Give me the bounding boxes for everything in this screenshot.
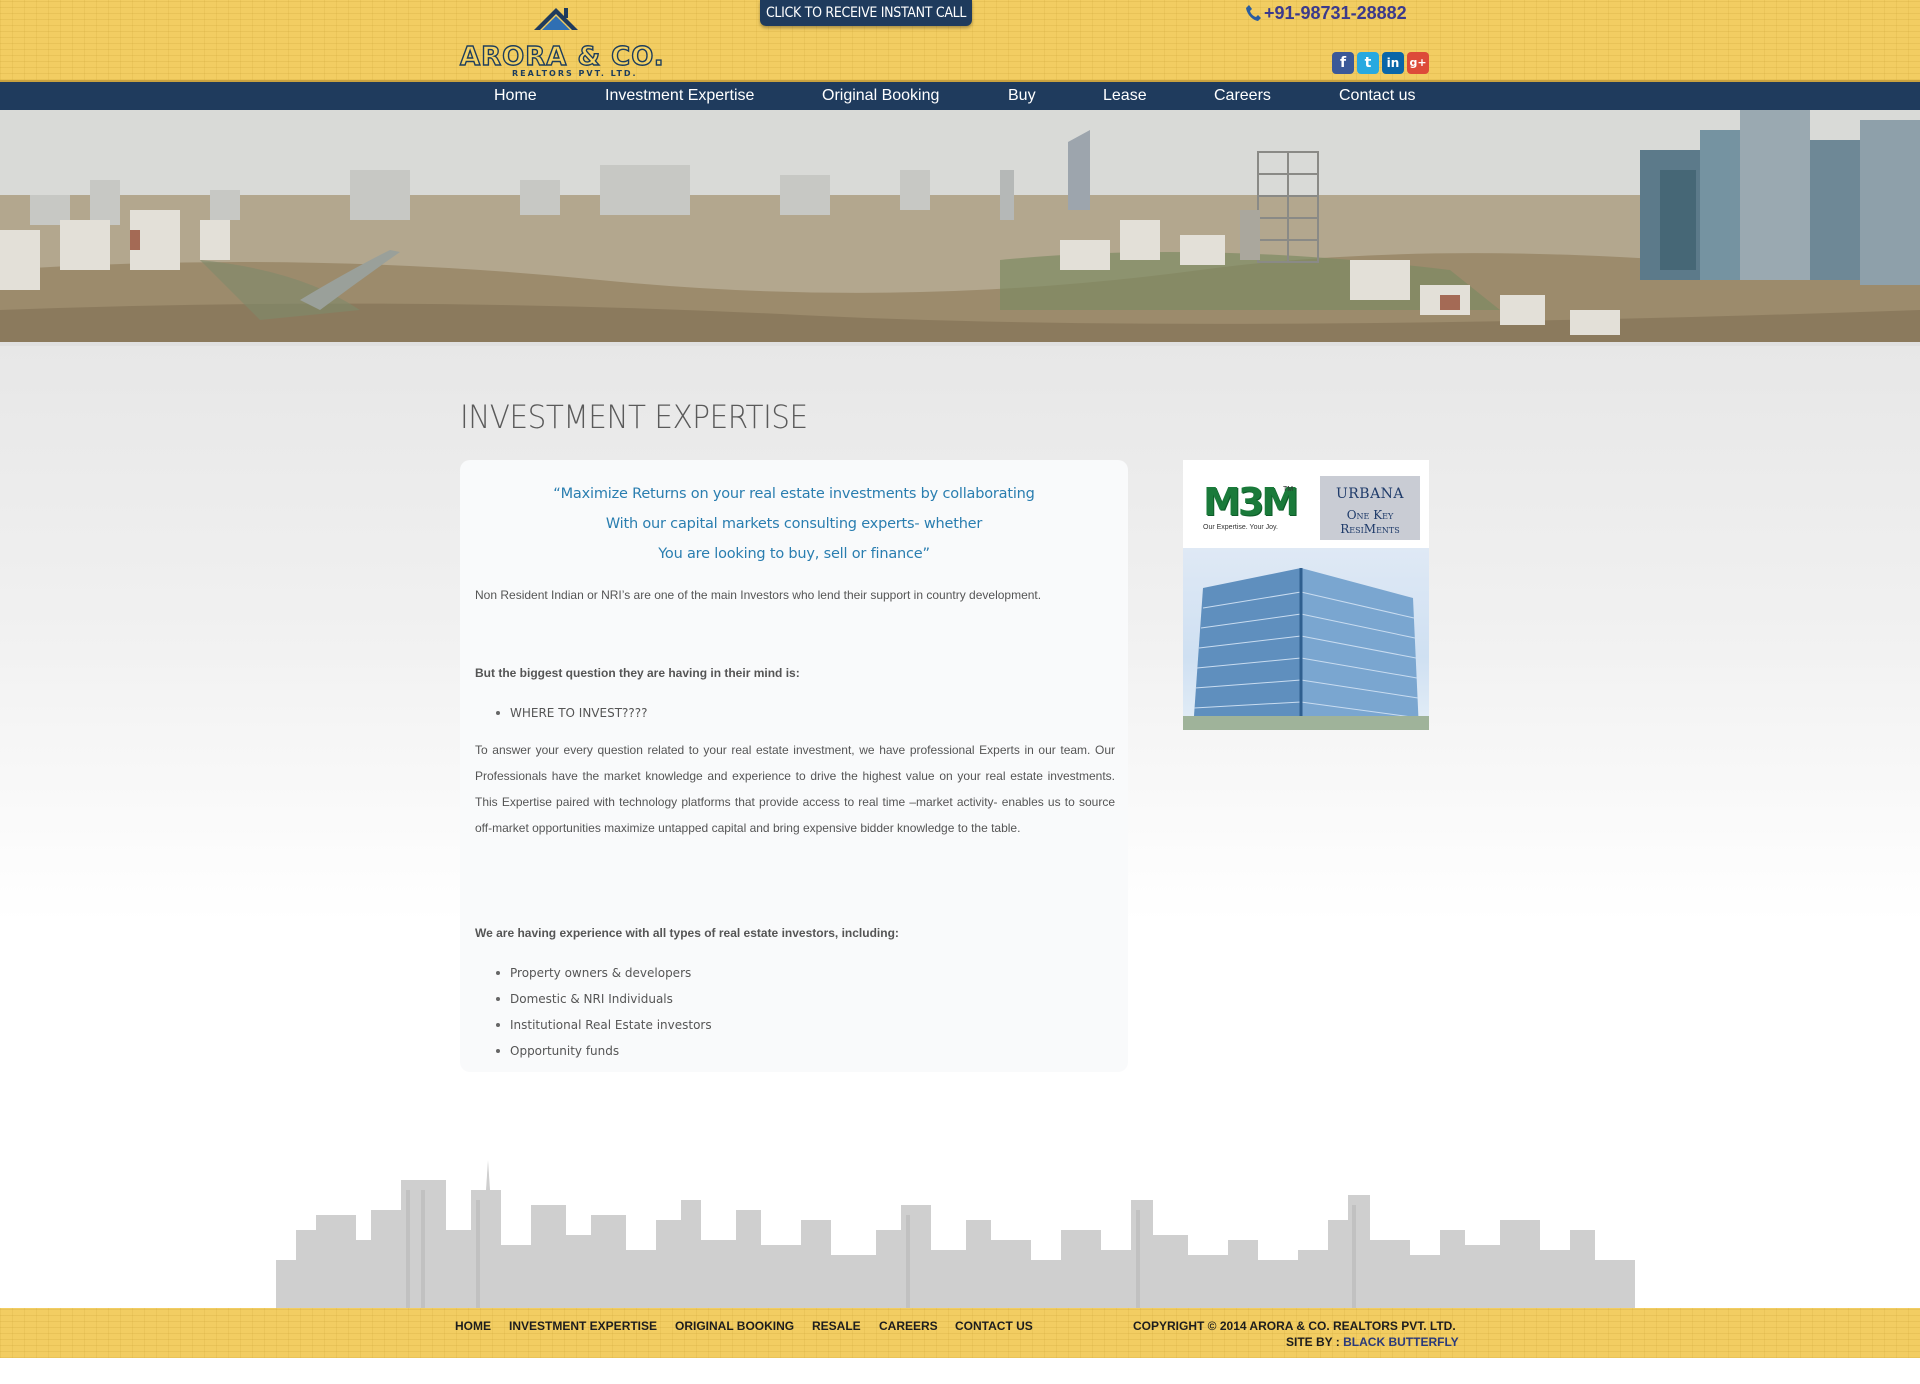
urbana-title: URBANA <box>1335 486 1405 502</box>
footer-link-careers[interactable]: CAREERS <box>879 1319 938 1333</box>
m3m-tagline: Our Expertise. Your Joy. <box>1203 524 1278 531</box>
nav-lease[interactable]: Lease <box>1103 82 1147 110</box>
page-title: INVESTMENT EXPERTISE <box>460 398 808 436</box>
city-panorama-image <box>0 110 1920 342</box>
experience-heading: We are having experience with all types … <box>475 926 899 940</box>
footer-bar: HOME INVESTMENT EXPERTISE ORIGINAL BOOKI… <box>0 1308 1920 1358</box>
phone-icon <box>1246 5 1261 21</box>
twitter-icon[interactable]: t <box>1357 52 1379 74</box>
footer-link-resale[interactable]: RESALE <box>812 1319 861 1333</box>
quote-line-1: “Maximize Returns on your real estate in… <box>553 486 1035 502</box>
urbana-logo: URBANA One Key ResiMents <box>1320 476 1420 540</box>
m3m-urbana-advertisement[interactable]: M3M TM Our Expertise. Your Joy. URBANA O… <box>1183 460 1429 730</box>
investor-type-item: Property owners & developers <box>495 966 692 980</box>
footer-link-contact-us[interactable]: CONTACT US <box>955 1319 1033 1333</box>
site-by-label: SITE BY : <box>1286 1335 1344 1349</box>
trademark-mark: TM <box>1283 486 1294 493</box>
instant-call-button[interactable]: CLICK TO RECEIVE INSTANT CALL <box>760 0 972 26</box>
investor-type-item: Opportunity funds <box>495 1044 620 1058</box>
tower-illustration <box>1183 568 1429 730</box>
nav-home[interactable]: Home <box>494 82 537 110</box>
site-credit: SITE BY : BLACK BUTTERFLY <box>1286 1335 1459 1349</box>
content-panel: “Maximize Returns on your real estate in… <box>460 460 1128 1072</box>
phone-number-text: +91-98731-28882 <box>1264 3 1407 23</box>
house-roof-icon <box>534 8 578 30</box>
answer-paragraph: To answer your every question related to… <box>475 743 1115 835</box>
social-links: f t in g+ <box>1332 52 1429 74</box>
nav-contact-us[interactable]: Contact us <box>1339 82 1415 110</box>
city-panorama-banner <box>0 110 1920 346</box>
company-logo[interactable]: ARORA & CO. REALTORS PVT. LTD. <box>459 4 664 80</box>
investor-type-item: Domestic & NRI Individuals <box>496 992 673 1006</box>
quote-line-2: With our capital markets consulting expe… <box>605 516 983 532</box>
linkedin-icon[interactable]: in <box>1382 52 1404 74</box>
footer-link-investment-expertise[interactable]: INVESTMENT EXPERTISE <box>509 1319 657 1333</box>
nav-investment-expertise[interactable]: Investment Expertise <box>605 82 754 110</box>
footer-link-original-booking[interactable]: ORIGINAL BOOKING <box>675 1319 794 1333</box>
footer-link-home[interactable]: HOME <box>455 1319 491 1333</box>
nav-careers[interactable]: Careers <box>1214 82 1271 110</box>
facebook-icon[interactable]: f <box>1332 52 1354 74</box>
logo-brand-text: ARORA & CO. <box>459 42 665 72</box>
copyright-text: COPYRIGHT © 2014 ARORA & CO. REALTORS PV… <box>1133 1319 1456 1333</box>
question-heading: But the biggest question they are having… <box>475 666 800 680</box>
header-bar: ARORA & CO. REALTORS PVT. LTD. CLICK TO … <box>0 0 1920 82</box>
urbana-subtitle: One Key ResiMents <box>1340 508 1400 536</box>
nav-original-booking[interactable]: Original Booking <box>822 82 939 110</box>
intro-paragraph: Non Resident Indian or NRI’s are one of … <box>475 588 1042 602</box>
phone-number[interactable]: +91-98731-28882 <box>1245 2 1407 24</box>
google-plus-icon[interactable]: g+ <box>1407 52 1429 74</box>
question-bullet: WHERE TO INVEST???? <box>496 706 648 720</box>
main-navigation: Home Investment Expertise Original Booki… <box>0 82 1920 110</box>
nav-buy[interactable]: Buy <box>1008 82 1036 110</box>
logo-sub-text: REALTORS PVT. LTD. <box>512 69 638 78</box>
investor-type-item: Institutional Real Estate investors <box>496 1018 712 1032</box>
building-render-image <box>1183 548 1429 730</box>
city-skyline-graphic <box>276 1160 1635 1310</box>
designer-link[interactable]: BLACK BUTTERFLY <box>1343 1335 1459 1349</box>
quote-line-3: You are looking to buy, sell or finance” <box>658 546 930 562</box>
